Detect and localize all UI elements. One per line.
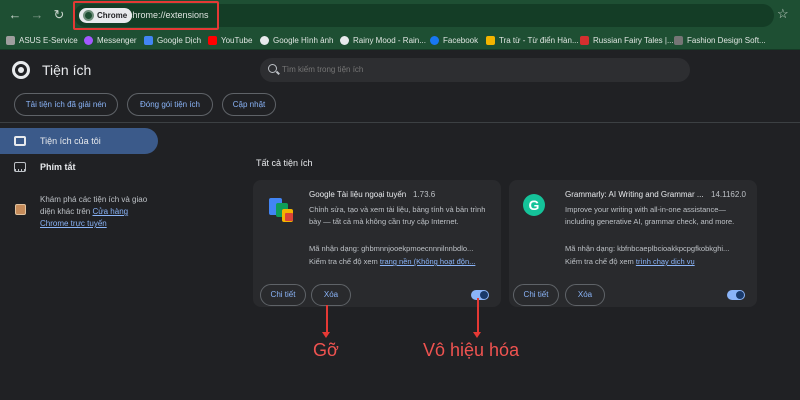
enable-toggle[interactable] [727,290,745,300]
reload-icon[interactable]: ↻ [50,6,68,24]
bookmark-item[interactable]: Messenger [84,34,137,47]
extension-name: Grammarly: AI Writing and Grammar ... [565,190,704,199]
inspect-views: Kiểm tra chế độ xem trang nền (Không hoạ… [309,257,476,266]
extension-icon [14,136,26,146]
page-title: Tiện ích [42,62,92,78]
fashion-design-icon [674,36,683,45]
dictionary-icon [486,36,495,45]
sidebar-item-shortcuts[interactable]: Phím tắt [0,154,76,180]
load-unpacked-button[interactable]: Tải tiện ích đã giải nén [14,93,118,116]
web-store-promo: Khám phá các tiện ích và giao diện khác … [40,195,148,228]
remove-button[interactable]: Xóa [565,284,605,306]
extensions-header: Tiện ích [0,51,800,91]
fairy-tales-icon [580,36,589,45]
developer-toolbar: Tải tiện ích đã giải nén Đóng gói tiện í… [0,91,800,123]
web-store-icon [15,204,26,215]
bookmark-item[interactable]: Facebook [430,34,478,47]
enable-toggle[interactable] [471,290,489,300]
disable-arrow-annotation [474,298,480,338]
extension-description: Improve your writing with all-in-one ass… [565,205,735,226]
bookmark-item[interactable]: YouTube [208,34,252,47]
folder-icon [6,36,15,45]
bookmark-star-icon[interactable]: ☆ [777,6,789,22]
browser-toolbar: ← → ↻ Chrome chrome://extensions ☆ [0,0,800,30]
forward-arrow-icon[interactable]: → [28,6,46,24]
search-box[interactable] [260,58,690,82]
extension-version: 14.1162.0 [711,190,746,199]
rainy-mood-icon [340,36,349,45]
extension-description: Chỉnh sửa, tạo và xem tài liệu, bảng tín… [309,205,486,226]
messenger-icon [84,36,93,45]
extension-card: G Grammarly: AI Writing and Grammar ... … [509,180,757,307]
bookmark-item[interactable]: Tra từ - Từ điển Hàn... [486,34,579,47]
extension-id: Mã nhận dạng: ghbmnnjooekpmoecnnnilnnbdl… [309,244,474,253]
update-button[interactable]: Cập nhật [222,93,276,116]
inspect-view-link[interactable]: trang nền (Không hoạt độn... [380,257,476,266]
grammarly-icon: G [523,194,545,216]
google-docs-offline-icon [269,198,293,224]
details-button[interactable]: Chi tiết [513,284,559,306]
google-icon [260,36,269,45]
facebook-icon [430,36,439,45]
youtube-icon [208,36,217,45]
chrome-logo-icon [12,61,30,79]
bookmark-item[interactable]: Google Hình ảnh [260,34,334,47]
back-arrow-icon[interactable]: ← [6,6,24,24]
extension-name: Google Tài liệu ngoại tuyến [309,190,407,199]
disable-annotation-label: Vô hiệu hóa [423,340,520,360]
remove-annotation-label: Gỡ [313,340,339,360]
remove-button[interactable]: Xóa [311,284,351,306]
bookmark-item[interactable]: ASUS E-Service [6,34,78,47]
extension-card: Google Tài liệu ngoại tuyến 1.73.6 Chỉnh… [253,180,501,307]
pack-extension-button[interactable]: Đóng gói tiện ích [127,93,213,116]
url-highlight-box [73,1,219,30]
bookmarks-bar: ASUS E-Service Messenger Google Dịch You… [0,30,800,50]
sidebar-item-my-extensions[interactable]: Tiện ích của tôi [0,128,158,154]
bookmark-item[interactable]: Google Dịch [144,34,201,47]
keyboard-icon [14,162,26,172]
inspect-views: Kiểm tra chế độ xem trình chạy dịch vụ [565,257,695,266]
extension-version: 1.73.6 [413,190,436,199]
google-translate-icon [144,36,153,45]
bookmark-item[interactable]: Russian Fairy Tales |... [580,34,674,47]
section-title: Tất cả tiện ích [256,158,313,168]
inspect-view-link[interactable]: trình chạy dịch vụ [636,257,695,266]
details-button[interactable]: Chi tiết [260,284,306,306]
search-input[interactable] [282,65,662,74]
bookmark-item[interactable]: Rainy Mood - Rain... [340,34,426,47]
search-icon [268,64,277,73]
remove-arrow-annotation [323,305,329,338]
bookmark-item[interactable]: Fashion Design Soft... [674,34,766,47]
extension-id: Mã nhận dạng: kbfnbcaeplbcioakkpcpgfkobk… [565,244,730,253]
